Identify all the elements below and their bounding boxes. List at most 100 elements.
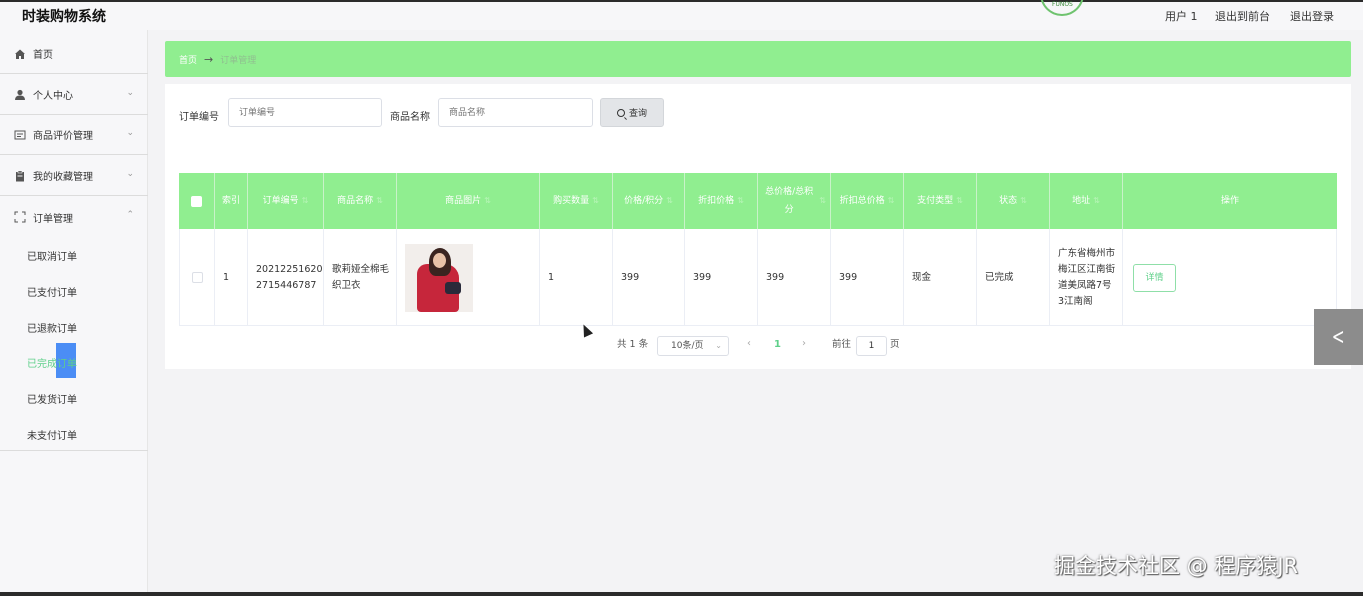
- select-all-checkbox[interactable]: [191, 195, 202, 207]
- column-header[interactable]: 商品图片 ⇅: [397, 173, 540, 229]
- chevron-down-icon: ⌄: [126, 128, 134, 138]
- page-unit-label: 页: [890, 339, 900, 350]
- row-checkbox[interactable]: [191, 272, 203, 283]
- order-icon: [14, 211, 26, 223]
- review-icon: [14, 130, 26, 139]
- query-button-label: 查询: [628, 109, 647, 119]
- sort-icon[interactable]: ⇅: [592, 192, 599, 210]
- cell-price: 399: [613, 229, 685, 326]
- sort-icon[interactable]: ⇅: [737, 192, 744, 210]
- sort-icon[interactable]: ⇅: [1093, 192, 1100, 210]
- sidebar-item-label: 个人中心: [33, 91, 73, 102]
- sort-icon[interactable]: ⇅: [888, 192, 895, 210]
- user-icon: [15, 89, 25, 100]
- breadcrumb: 首页 → 订单管理: [165, 41, 1351, 77]
- sidebar: 首页 个人中心 ⌄ 商品评价管理 ⌄ 我的收藏管理 ⌄ 订单管理 ⌃ 已取消订单…: [0, 30, 148, 596]
- collapse-panel-button[interactable]: <: [1314, 309, 1363, 365]
- sidebar-item-label: 首页: [33, 50, 53, 61]
- column-header[interactable]: 价格/积分 ⇅: [613, 173, 685, 229]
- sidebar-item-label: 商品评价管理: [33, 131, 93, 142]
- header-select-all[interactable]: [179, 173, 215, 229]
- order-no-label: 订单编号: [179, 112, 219, 123]
- breadcrumb-arrow: →: [204, 52, 214, 66]
- sidebar-item-favorites[interactable]: 我的收藏管理 ⌄: [0, 156, 148, 196]
- column-header[interactable]: 总价格/总积分 ⇅: [758, 173, 831, 229]
- sidebar-item-label: 我的收藏管理: [33, 172, 93, 183]
- column-header[interactable]: 折扣总价格 ⇅: [831, 173, 904, 229]
- cell-product-name: 歌莉娅全棉毛织卫衣: [324, 229, 397, 326]
- submenu-refunded-orders[interactable]: 已退款订单: [27, 320, 77, 335]
- submenu-cancelled-orders[interactable]: 已取消订单: [27, 248, 77, 263]
- product-name-input[interactable]: [438, 98, 593, 127]
- column-header: 索引: [215, 173, 248, 229]
- bottom-border: [0, 592, 1363, 596]
- submenu-shipped-orders[interactable]: 已发货订单: [27, 391, 77, 406]
- sort-icon[interactable]: ⇅: [376, 192, 383, 210]
- page-size-select[interactable]: 10条/页 ⌄: [657, 336, 729, 356]
- cell-actions: 详情: [1123, 229, 1337, 326]
- clipboard-icon: [16, 170, 24, 181]
- column-header[interactable]: 支付类型 ⇅: [904, 173, 977, 229]
- column-header[interactable]: 状态 ⇅: [977, 173, 1050, 229]
- sidebar-item-profile[interactable]: 个人中心 ⌄: [0, 75, 148, 115]
- sort-icon[interactable]: ⇅: [484, 192, 491, 210]
- product-image: [405, 243, 473, 312]
- chevron-down-icon: ⌄: [715, 341, 722, 350]
- order-no-input[interactable]: [228, 98, 382, 127]
- sidebar-item-orders[interactable]: 订单管理 ⌃: [0, 197, 148, 237]
- sort-icon[interactable]: ⇅: [819, 192, 826, 210]
- cell-status: 已完成: [977, 229, 1050, 326]
- row-select[interactable]: [180, 229, 215, 326]
- cell-product-image: [397, 229, 540, 326]
- pagination-total: 共 1 条: [617, 339, 649, 350]
- sidebar-item-label: 订单管理: [33, 213, 73, 225]
- page-size-value: 10条/页: [671, 341, 704, 351]
- sidebar-item-reviews[interactable]: 商品评价管理 ⌄: [0, 115, 148, 155]
- logout-link[interactable]: 退出登录: [1290, 8, 1334, 24]
- sort-icon[interactable]: ⇅: [1020, 192, 1027, 210]
- column-header[interactable]: 折扣价格 ⇅: [685, 173, 758, 229]
- logo-icon: FUNOS: [1040, 0, 1084, 16]
- cell-discount-price: 399: [685, 229, 758, 326]
- cell-quantity: 1: [540, 229, 613, 326]
- sidebar-item-home[interactable]: 首页: [0, 34, 148, 74]
- home-icon: [15, 49, 25, 59]
- goto-page-input[interactable]: [856, 336, 887, 356]
- next-page-button[interactable]: ›: [802, 338, 806, 349]
- submenu-unpaid-orders[interactable]: 未支付订单: [27, 427, 77, 442]
- column-header: 操作: [1220, 196, 1239, 206]
- sort-icon[interactable]: ⇅: [302, 192, 309, 210]
- submenu-paid-orders[interactable]: 已支付订单: [27, 284, 77, 299]
- product-name-label: 商品名称: [390, 112, 430, 123]
- cell-pay-type: 现金: [904, 229, 977, 326]
- user-label[interactable]: 用户 1: [1165, 8, 1198, 24]
- column-header[interactable]: 订单编号 ⇅: [248, 173, 324, 229]
- cell-total-price: 399: [758, 229, 831, 326]
- column-header[interactable]: 购买数量 ⇅: [540, 173, 613, 229]
- back-to-front-link[interactable]: 退出到前台: [1215, 8, 1270, 24]
- cell-discount-total: 399: [831, 229, 904, 326]
- prev-page-button[interactable]: ‹: [747, 338, 751, 349]
- chevron-down-icon: ⌄: [126, 169, 134, 179]
- goto-label: 前往: [832, 339, 852, 350]
- cell-order-no: 202122516202715446787: [248, 229, 324, 326]
- chevron-down-icon: ⌄: [126, 88, 134, 98]
- query-button[interactable]: 查询: [600, 98, 664, 127]
- sort-icon[interactable]: ⇅: [956, 192, 963, 210]
- breadcrumb-current: 订单管理: [220, 55, 257, 66]
- submenu-completed-orders[interactable]: 已完成订单: [27, 355, 77, 370]
- app-title: 时装购物系统: [22, 9, 106, 25]
- column-header[interactable]: 地址 ⇅: [1050, 173, 1123, 229]
- chevron-left-icon: <: [1332, 324, 1345, 350]
- column-header[interactable]: 商品名称 ⇅: [324, 173, 397, 229]
- cell-address: 广东省梅州市梅江区江南街道美凤路7号3江南阁: [1050, 229, 1123, 326]
- cell-index: 1: [215, 229, 248, 326]
- breadcrumb-home[interactable]: 首页: [179, 53, 197, 66]
- table-header: 索引 订单编号 ⇅ 商品名称 ⇅ 商品图片 ⇅ 购买数量 ⇅ 价格/积分 ⇅ 折扣价格 ⇅ …: [179, 173, 1337, 229]
- watermark: 掘金技术社区 @ 程序猿JR: [1054, 554, 1299, 578]
- detail-button[interactable]: 详情: [1133, 263, 1176, 292]
- sidebar-divider: [0, 450, 148, 451]
- page-number-current[interactable]: 1: [774, 339, 781, 350]
- sort-icon[interactable]: ⇅: [666, 192, 673, 210]
- top-bar: 时装购物系统 FUNOS 用户 1 退出到前台 退出登录: [0, 0, 1363, 30]
